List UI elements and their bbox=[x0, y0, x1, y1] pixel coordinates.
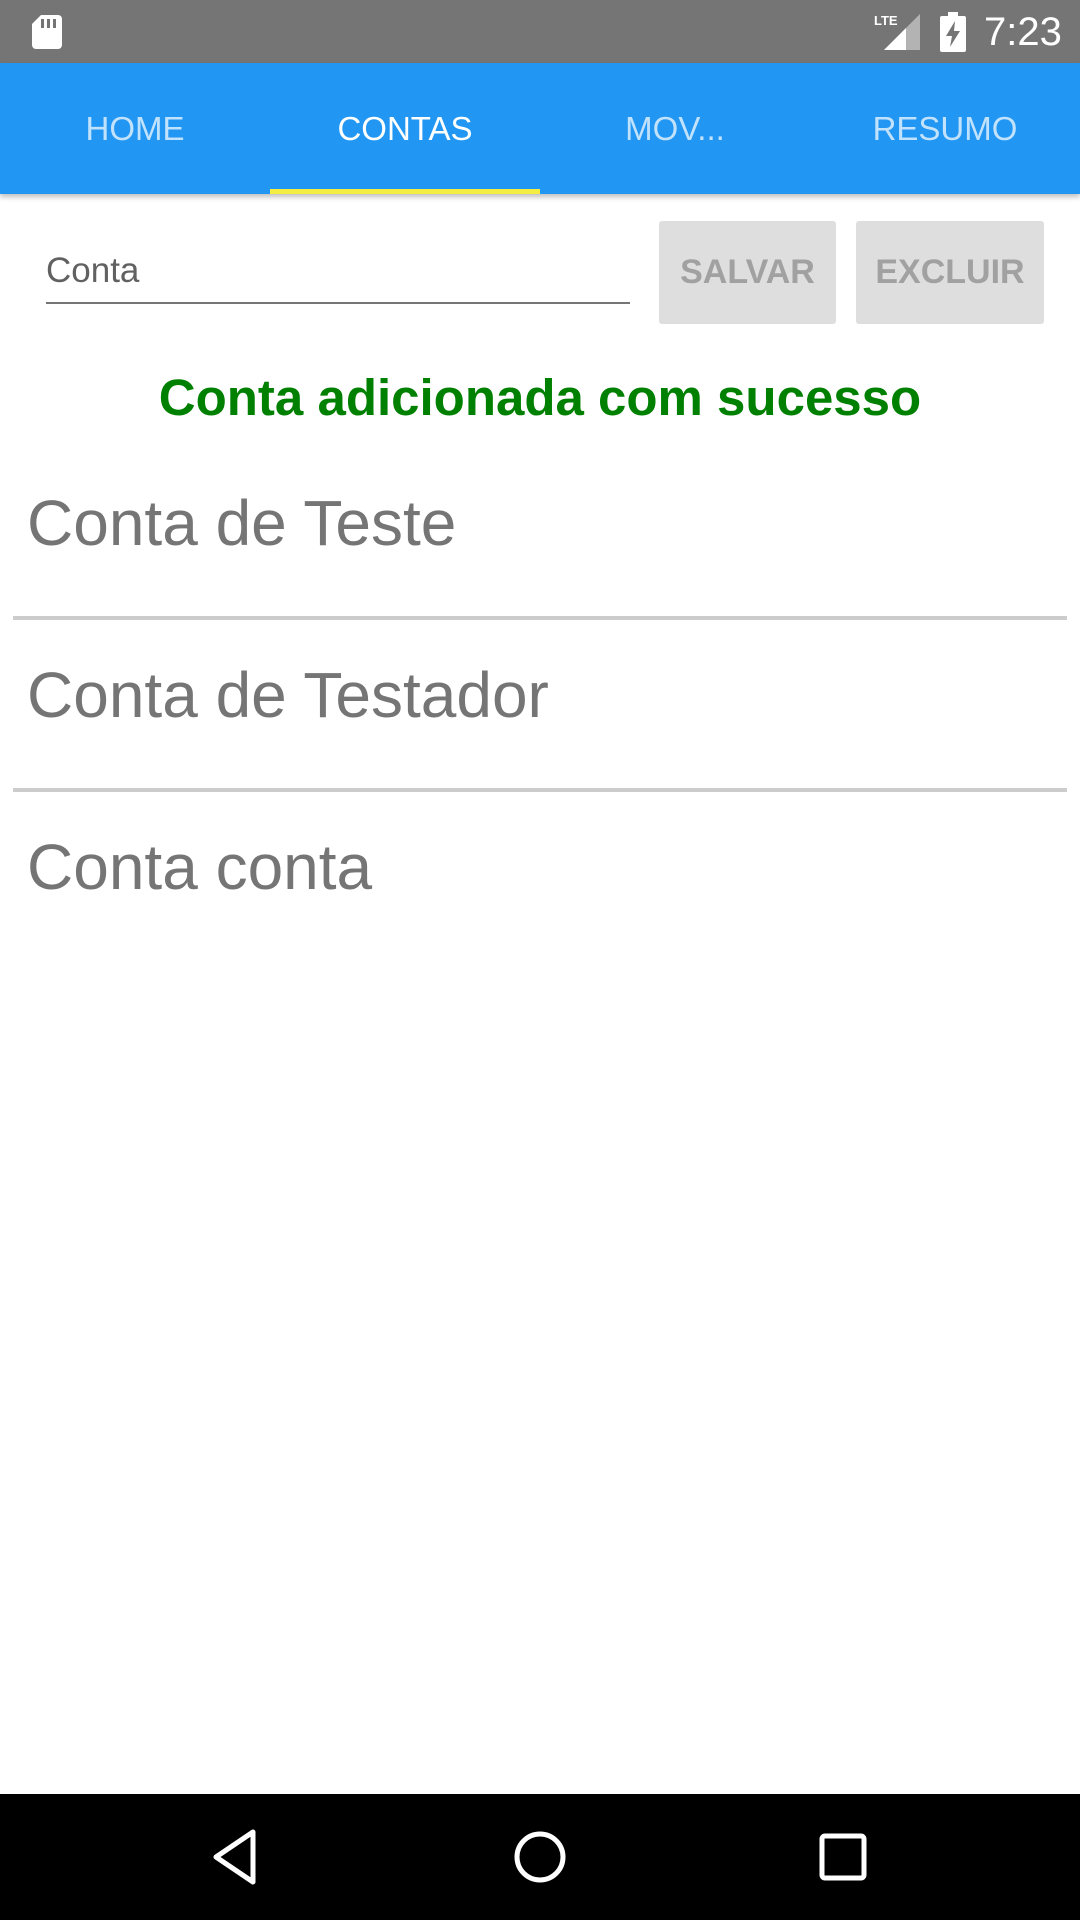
recents-icon[interactable] bbox=[810, 1824, 876, 1890]
sd-card-icon bbox=[32, 15, 62, 49]
back-icon[interactable] bbox=[203, 1824, 269, 1890]
tab-home[interactable]: HOME bbox=[0, 63, 270, 194]
account-name: Conta de Testador bbox=[27, 659, 549, 731]
tab-contas[interactable]: CONTAS bbox=[270, 63, 540, 194]
account-name: Conta conta bbox=[27, 831, 373, 903]
list-item[interactable]: Conta conta bbox=[0, 792, 1080, 964]
status-bar: LTE 7:23 bbox=[0, 0, 1080, 63]
tab-bar: HOME CONTAS MOV... RESUMO bbox=[0, 63, 1080, 194]
account-name-input[interactable] bbox=[46, 240, 630, 304]
accounts-list: Conta de Teste Conta de Testador Conta c… bbox=[0, 448, 1080, 964]
network-type-label: LTE bbox=[874, 13, 898, 28]
tab-selected-indicator bbox=[270, 189, 540, 194]
tab-contas-label: CONTAS bbox=[337, 109, 473, 147]
success-message: Conta adicionada com sucesso bbox=[158, 369, 922, 426]
list-item[interactable]: Conta de Testador bbox=[0, 620, 1080, 792]
save-button[interactable]: SALVAR bbox=[659, 221, 836, 324]
list-item[interactable]: Conta de Teste bbox=[0, 448, 1080, 620]
navigation-bar bbox=[0, 1794, 1080, 1920]
tab-resumo[interactable]: RESUMO bbox=[810, 63, 1080, 194]
account-name: Conta de Teste bbox=[27, 487, 457, 559]
home-icon[interactable] bbox=[507, 1824, 573, 1890]
clock: 7:23 bbox=[984, 10, 1062, 54]
delete-button[interactable]: EXCLUIR bbox=[856, 221, 1044, 324]
screen: LTE 7:23 HOME CONTAS MOV... RESUMO SALVA… bbox=[0, 0, 1080, 1920]
signal-icon: LTE bbox=[874, 13, 920, 50]
tab-movimentos[interactable]: MOV... bbox=[540, 63, 810, 194]
battery-charging-icon bbox=[940, 12, 966, 52]
